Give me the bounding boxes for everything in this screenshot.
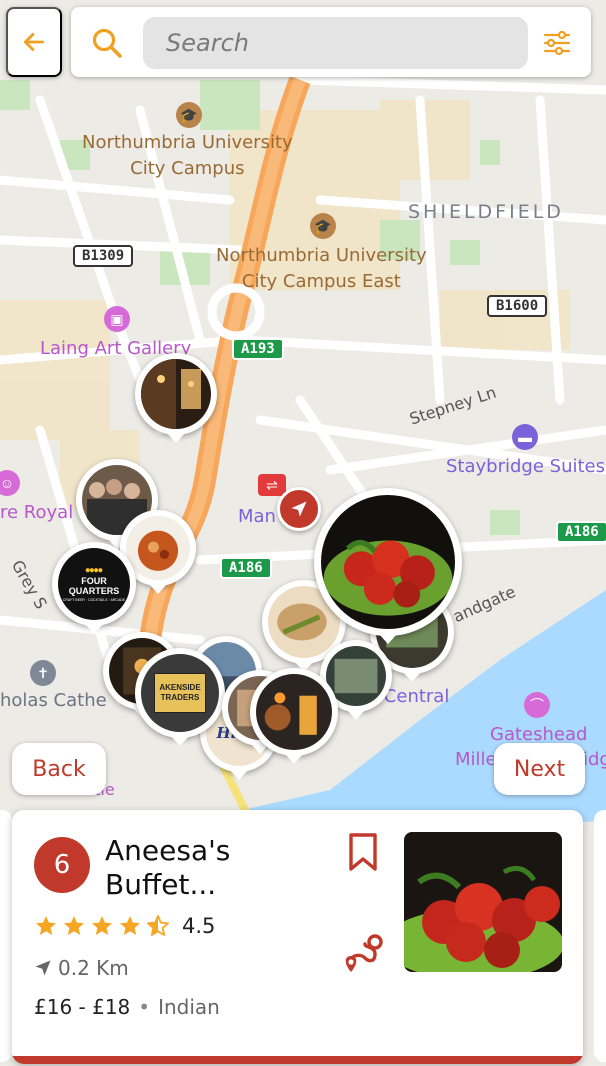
road-shield-b1309: B1309 (73, 245, 134, 267)
rank-badge: 6 (34, 837, 90, 893)
pin-brand-text: FOUR QUARTERS (68, 576, 120, 596)
cuisine-type: Indian (158, 995, 220, 1019)
bridge-icon: ⌒ (524, 692, 550, 718)
map-label-staybridge-suites: Staybridge Suites (446, 456, 605, 477)
map-label-millennium: Mille (455, 749, 497, 770)
bookmark-icon[interactable] (347, 832, 379, 872)
star-icon (36, 916, 56, 935)
pin-brand-subtext: CRAFT BEER · COCKTAILS · ARCADE (62, 598, 126, 602)
previous-card-peek[interactable] (0, 810, 12, 1062)
map-label-gateshead: Gateshead (490, 724, 588, 745)
rail-icon: ⇌ (258, 474, 286, 496)
separator: • (138, 995, 151, 1019)
star-icon (120, 916, 140, 935)
search-icon[interactable] (91, 27, 123, 59)
map-label-millennium-end: idg (583, 749, 606, 770)
back-arrow-button[interactable] (6, 7, 62, 77)
filter-sliders-icon[interactable] (542, 28, 572, 58)
next-card-peek[interactable] (594, 810, 606, 1062)
restaurant-pin-selected[interactable] (314, 488, 462, 644)
price-cuisine-row: £16 - £18 • Indian (34, 995, 220, 1019)
road-shield-a193: A193 (232, 338, 284, 360)
price-range: £16 - £18 (34, 995, 131, 1019)
map-label-monument: Man (238, 506, 276, 527)
university-icon: 🎓 (310, 213, 336, 239)
distance-value: 0.2 Km (58, 956, 129, 980)
road-shield-b1600: B1600 (487, 295, 548, 317)
location-arrow-icon (35, 960, 51, 976)
road-shield-a186-east: A186 (556, 521, 606, 543)
navigation-arrow-icon (291, 501, 307, 517)
pin-brand-text: AKENSIDE TRADERS (154, 673, 206, 713)
university-icon: 🎓 (176, 102, 202, 128)
rating-value: 4.5 (182, 914, 216, 938)
next-button[interactable]: Next (494, 743, 585, 795)
current-location-marker[interactable] (277, 487, 321, 531)
half-star-icon (147, 915, 169, 936)
restaurant-pin[interactable] (135, 353, 217, 443)
route-icon[interactable] (341, 932, 385, 976)
restaurant-pin-four-quarters[interactable]: ●●●● FOUR QUARTERS CRAFT BEER · COCKTAIL… (52, 542, 136, 634)
map-label-northumbria-city-campus-east: Northumbria University City Campus East (216, 245, 427, 292)
map-label-northumbria-city-campus: Northumbria University City Campus (82, 132, 293, 179)
arcade-icon: ●●●● (85, 566, 103, 574)
gallery-icon: ▣ (104, 306, 130, 332)
restaurant-card[interactable]: 6 Aneesa's Buffet... 4.5 0.2 Km £16 - £1… (12, 810, 583, 1064)
hotel-icon: ▬ (512, 424, 538, 450)
restaurant-pin[interactable] (250, 668, 338, 764)
map-label-cathedral: holas Cathe (0, 690, 107, 711)
restaurant-photo (404, 832, 562, 972)
restaurant-name: Aneesa's Buffet... (105, 834, 231, 901)
restaurant-pin-akenside-traders[interactable]: AKENSIDE TRADERS (135, 648, 225, 746)
back-button[interactable]: Back (12, 743, 106, 795)
distance-row: 0.2 Km (34, 956, 129, 980)
card-accent-bar (12, 1056, 583, 1064)
star-icon (64, 916, 84, 935)
search-input[interactable] (143, 17, 528, 69)
road-shield-a186: A186 (220, 557, 272, 579)
map-label-theatre-royal: re Royal (0, 502, 74, 523)
rating-stars: 4.5 (34, 914, 215, 938)
search-bar (71, 7, 591, 77)
back-arrow-icon (23, 33, 45, 51)
map-label-shieldfield: SHIELDFIELD (408, 201, 564, 223)
star-icon (92, 916, 112, 935)
church-icon: ✝ (30, 660, 56, 686)
